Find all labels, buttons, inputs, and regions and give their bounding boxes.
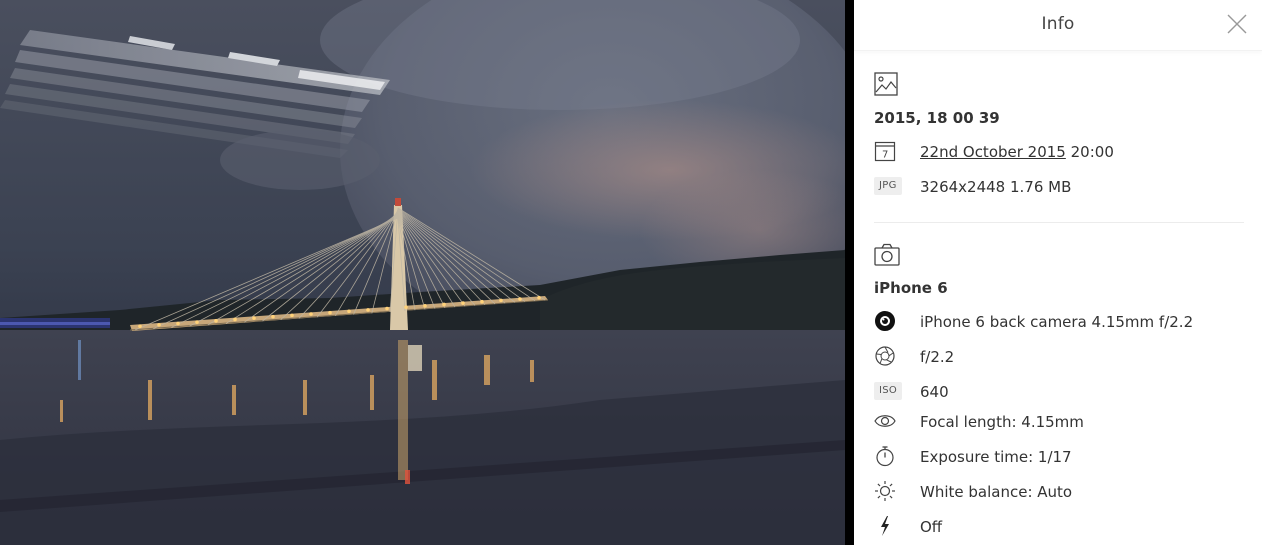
sun-icon — [874, 480, 898, 504]
file-format-row: JPG 3264x2448 1.76 MB — [874, 175, 1244, 199]
white-balance-text: White balance: Auto — [920, 483, 1073, 501]
aperture-row: f/2.2 — [874, 345, 1244, 369]
focal-length-row: Focal length: 4.15mm — [874, 410, 1244, 434]
info-panel: Info 2015, 18 00 39 7 22nd October 2015 … — [854, 0, 1262, 545]
close-button[interactable] — [1226, 13, 1248, 35]
svg-text:7: 7 — [882, 150, 888, 161]
flash-row: Off — [874, 515, 1244, 539]
exposure-row: Exposure time: 1/17 — [874, 445, 1244, 469]
info-panel-header: Info — [854, 0, 1262, 51]
viewer-panel-divider — [845, 0, 854, 545]
date-row: 7 22nd October 2015 20:00 — [874, 140, 1244, 164]
lens-text: iPhone 6 back camera 4.15mm f/2.2 — [920, 313, 1194, 331]
time-text: 20:00 — [1070, 143, 1114, 161]
dimensions-size-text: 3264x2448 1.76 MB — [920, 178, 1072, 196]
file-name: 2015, 18 00 39 — [874, 109, 1000, 127]
exposure-time-text: Exposure time: 1/17 — [920, 448, 1072, 466]
date-link[interactable]: 22nd October 2015 — [920, 143, 1066, 161]
lens-icon — [874, 310, 898, 334]
format-badge: JPG — [874, 177, 902, 195]
iso-row: ISO 640 — [874, 380, 1244, 404]
image-icon — [874, 72, 898, 100]
iso-value: 640 — [920, 383, 949, 401]
white-balance-row: White balance: Auto — [874, 480, 1244, 504]
panel-title: Info — [1041, 14, 1075, 34]
lens-row: iPhone 6 back camera 4.15mm f/2.2 — [874, 310, 1244, 334]
calendar-icon: 7 — [874, 140, 898, 164]
photo-info-app: Info 2015, 18 00 39 7 22nd October 2015 … — [0, 0, 1262, 545]
iso-badge: ISO — [874, 382, 903, 400]
eye-icon — [874, 410, 898, 434]
camera-icon — [874, 243, 900, 271]
photo-viewer[interactable] — [0, 0, 845, 545]
aperture-icon — [874, 345, 898, 369]
flash-icon — [874, 515, 898, 539]
camera-model: iPhone 6 — [874, 279, 948, 297]
photo — [0, 0, 845, 545]
flash-text: Off — [920, 518, 943, 536]
focal-length-text: Focal length: 4.15mm — [920, 413, 1084, 431]
close-icon — [1227, 14, 1247, 34]
aperture-text: f/2.2 — [920, 348, 955, 366]
section-separator — [874, 222, 1244, 223]
timer-icon — [874, 445, 898, 469]
